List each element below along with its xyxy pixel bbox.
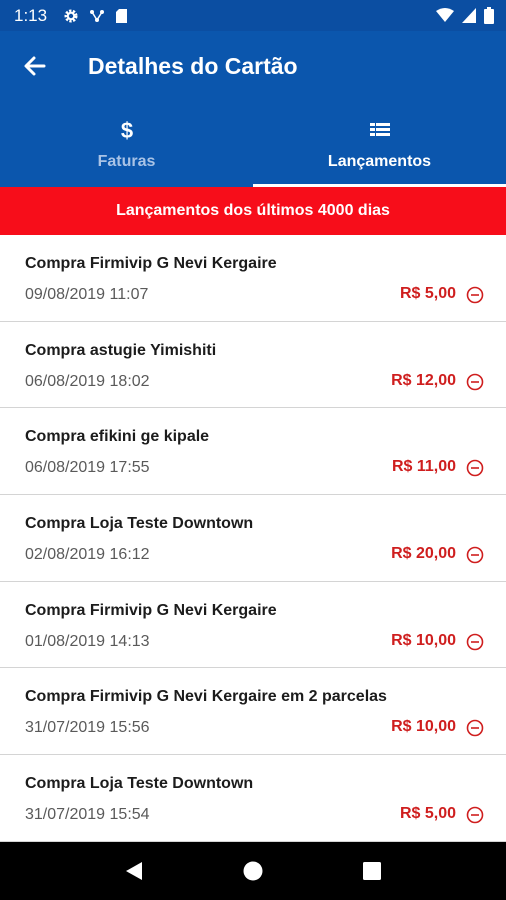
transaction-datetime: 02/08/2019 16:12 — [25, 546, 150, 564]
recents-square-icon[interactable] — [361, 860, 383, 882]
transaction-row[interactable]: Compra Firmivip G Nevi Kergaire em 2 par… — [0, 668, 506, 756]
network-icon — [90, 9, 105, 22]
transaction-description: Compra Loja Teste Downtown — [25, 515, 254, 533]
transaction-description: Compra efikini ge kipale — [25, 428, 210, 446]
dollar-icon: $ — [119, 117, 135, 143]
minus-circle-icon — [466, 806, 484, 824]
transaction-amount: R$ 5,00 — [399, 805, 456, 823]
minus-circle-icon — [466, 720, 484, 737]
period-banner: Lançamentos dos últimos 4000 dias — [0, 187, 506, 235]
tab-faturas[interactable]: $ Faturas — [0, 101, 253, 187]
transaction-datetime: 31/07/2019 15:56 — [25, 719, 150, 737]
transaction-datetime: 09/08/2019 11:07 — [25, 286, 149, 303]
transaction-row[interactable]: Compra Loja Teste Downtown 31/07/2019 15… — [0, 755, 506, 842]
transaction-row[interactable]: Compra Firmivip G Nevi Kergaire 09/08/20… — [0, 235, 506, 322]
transaction-datetime: 31/07/2019 15:54 — [25, 806, 150, 824]
transaction-amount: R$ 10,00 — [391, 718, 456, 736]
page-title: Detalhes do Cartão — [88, 52, 298, 79]
transaction-description: Compra astugie Yimishiti — [25, 341, 217, 359]
status-time: 1:13 — [14, 5, 48, 25]
transaction-datetime: 01/08/2019 14:13 — [25, 632, 150, 650]
transaction-description: Compra Firmivip G Nevi Kergaire — [25, 255, 277, 272]
minus-circle-icon — [466, 460, 484, 477]
transaction-description: Compra Firmivip G Nevi Kergaire em 2 par… — [25, 688, 387, 706]
back-button[interactable] — [0, 31, 70, 101]
transaction-description: Compra Loja Teste Downtown — [25, 775, 254, 793]
status-bar: 1:13 — [0, 0, 506, 31]
tab-lancamentos-label: Lançamentos — [327, 153, 432, 170]
battery-icon — [484, 7, 494, 24]
wifi-icon — [436, 8, 454, 22]
transaction-datetime: 06/08/2019 18:02 — [25, 372, 150, 390]
minus-circle-icon — [466, 373, 484, 390]
transaction-amount: R$ 20,00 — [391, 545, 456, 563]
app-bar: Detalhes do Cartão — [0, 31, 506, 101]
transaction-list: Compra Firmivip G Nevi Kergaire 09/08/20… — [0, 235, 506, 842]
transaction-amount: R$ 12,00 — [391, 371, 456, 389]
svg-text:$: $ — [120, 118, 132, 142]
system-nav-bar — [0, 842, 506, 900]
banner-text: Lançamentos dos últimos 4000 dias — [116, 202, 390, 219]
transaction-row[interactable]: Compra Loja Teste Downtown 02/08/2019 16… — [0, 495, 506, 582]
back-triangle-icon[interactable] — [123, 860, 145, 882]
tab-faturas-label: Faturas — [97, 153, 156, 170]
sd-card-icon — [116, 8, 128, 23]
transaction-row[interactable]: Compra Firmivip G Nevi Kergaire 01/08/20… — [0, 582, 506, 669]
transaction-amount: R$ 5,00 — [399, 285, 456, 302]
minus-circle-icon — [466, 633, 484, 651]
minus-circle-icon — [466, 286, 484, 304]
tab-bar: $ Faturas Lançamentos — [0, 101, 506, 187]
transaction-row[interactable]: Compra astugie Yimishiti 06/08/2019 18:0… — [0, 322, 506, 409]
transaction-description: Compra Firmivip G Nevi Kergaire — [25, 601, 277, 619]
home-circle-icon[interactable] — [242, 860, 264, 882]
minus-circle-icon — [466, 546, 484, 564]
list-icon — [369, 117, 390, 143]
transaction-row[interactable]: Compra efikini ge kipale 06/08/2019 17:5… — [0, 408, 506, 496]
arrow-left-icon — [24, 56, 46, 76]
transaction-amount: R$ 10,00 — [391, 631, 456, 649]
signal-icon — [462, 8, 476, 23]
gear-icon — [64, 9, 78, 22]
transaction-datetime: 06/08/2019 17:55 — [25, 459, 150, 477]
tab-lancamentos[interactable]: Lançamentos — [253, 101, 506, 187]
transaction-amount: R$ 11,00 — [391, 458, 456, 476]
